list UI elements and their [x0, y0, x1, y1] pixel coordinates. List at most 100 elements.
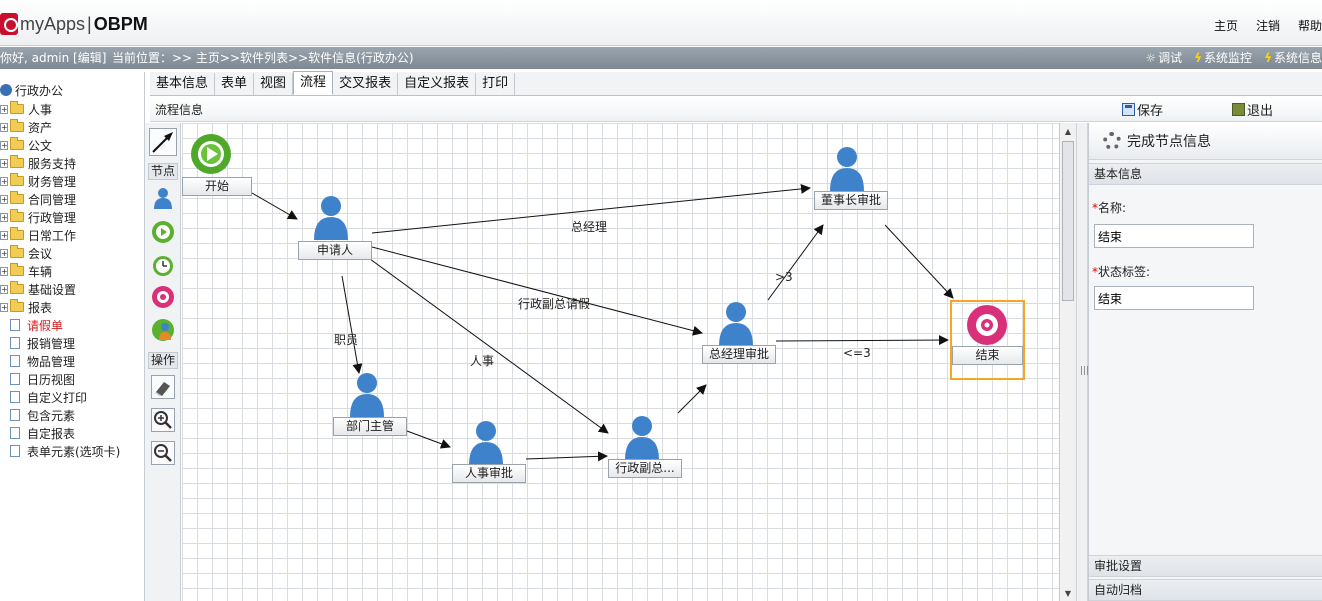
tree-doc-item[interactable]: 自定义打印 [10, 388, 87, 406]
name-label: *名称: [1092, 201, 1127, 215]
scroll-down-arrow[interactable]: ▼ [1060, 587, 1076, 601]
expand-icon[interactable]: + [0, 122, 8, 132]
person-node-icon[interactable] [151, 186, 175, 210]
tree-folder-label: 会议 [28, 246, 53, 261]
tree-doc-item[interactable]: 表单元素(选项卡) [10, 442, 120, 460]
tree-root[interactable]: 行政办公 [0, 81, 63, 99]
edge-dept-hr[interactable] [406, 430, 451, 449]
folder-icon [10, 101, 24, 114]
tree-folder-item[interactable]: + 服务支持 [0, 154, 76, 172]
eraser-button[interactable] [151, 375, 175, 399]
tree-folder-item[interactable]: + 人事 [0, 100, 52, 118]
monitor-button[interactable]: ϟ 系统监控 [1194, 47, 1252, 69]
section-basic-info[interactable]: 基本信息 [1089, 163, 1322, 185]
nav-home-link[interactable]: 主页 [1214, 17, 1238, 34]
end-node-icon[interactable] [151, 285, 175, 309]
tree-folder-item[interactable]: + 会议 [0, 244, 52, 262]
panel-splitter[interactable]: ||| [1076, 123, 1089, 601]
tree-folder-item[interactable]: + 日常工作 [0, 226, 76, 244]
tab-cross-report[interactable]: 交叉报表 [333, 73, 399, 95]
edge-admin-gm[interactable] [677, 384, 707, 414]
timer-node-icon[interactable] [151, 253, 175, 277]
edge-start-applicant[interactable] [251, 192, 298, 220]
zoom-out-button[interactable] [151, 441, 175, 465]
tree-folder-label: 日常工作 [28, 228, 77, 243]
flow-canvas[interactable]: 总经理 行政副总请假 职员 人事 >3 <=3 开始 申请人 董事长审批 总经理… [182, 123, 1059, 601]
tree-doc-label: 表单元素(选项卡) [27, 444, 121, 459]
debug-icon: ☼ [1145, 51, 1157, 65]
tree-folder-item[interactable]: + 车辆 [0, 262, 52, 280]
name-field[interactable] [1094, 224, 1254, 248]
tree-doc-label: 日历视图 [27, 372, 76, 387]
expand-icon[interactable]: + [0, 212, 8, 222]
expand-icon[interactable]: + [0, 104, 8, 114]
tree-doc-item[interactable]: 日历视图 [10, 370, 75, 388]
expand-icon[interactable]: + [0, 302, 8, 312]
person-icon [830, 147, 864, 191]
tree-folder-item[interactable]: + 财务管理 [0, 172, 76, 190]
user-greeting[interactable]: 你好, admin [编辑] [0, 47, 106, 69]
tree-folder-item[interactable]: + 合同管理 [0, 190, 76, 208]
tree-doc-item[interactable]: 自定报表 [10, 424, 75, 442]
tree-folder-label: 服务支持 [28, 156, 77, 171]
tree-folder-item[interactable]: + 报表 [0, 298, 52, 316]
tree-folder-label: 财务管理 [28, 174, 77, 189]
edge-hr-admin[interactable] [525, 451, 608, 462]
canvas-scrollbar[interactable]: ▲ ▼ [1059, 123, 1076, 601]
nav-help-link[interactable]: 帮助 [1298, 17, 1322, 34]
nav-logout-link[interactable]: 注销 [1256, 17, 1280, 34]
connector-tool-button[interactable] [149, 128, 177, 156]
tab-custom-report[interactable]: 自定义报表 [398, 73, 477, 95]
logo: myApps | OBPM [0, 11, 148, 37]
tree-folder-item[interactable]: + 基础设置 [0, 280, 76, 298]
node-label: 总经理审批 [702, 345, 776, 364]
scroll-up-arrow[interactable]: ▲ [1060, 125, 1076, 139]
expand-icon[interactable]: + [0, 140, 8, 150]
scroll-thumb[interactable] [1062, 141, 1074, 301]
tab-view[interactable]: 视图 [254, 73, 294, 95]
expand-icon[interactable]: + [0, 284, 8, 294]
zoom-in-button[interactable] [151, 408, 175, 432]
subflow-node-icon[interactable] [151, 318, 175, 342]
edge-applicant-admin[interactable] [369, 258, 609, 434]
edge-applicant-dept[interactable] [341, 275, 363, 374]
tab-basic-info[interactable]: 基本信息 [150, 73, 216, 95]
section-approval-settings[interactable]: 审批设置 [1089, 555, 1322, 577]
expand-icon[interactable]: + [0, 176, 8, 186]
panel-title: 完成节点信息 [1127, 134, 1211, 150]
tree-doc-label: 自定报表 [27, 426, 76, 441]
tree-folder-label: 行政管理 [28, 210, 77, 225]
folder-icon [10, 137, 24, 150]
edge-gm-chairman[interactable] [767, 224, 824, 301]
tab-form[interactable]: 表单 [215, 73, 255, 95]
tab-flow[interactable]: 流程 [293, 71, 334, 95]
breadcrumb: 当前位置：>> 主页>>软件列表>>软件信息(行政办公) [112, 51, 414, 65]
tree-doc-item[interactable]: 包含元素 [10, 406, 75, 424]
expand-icon[interactable]: + [0, 266, 8, 276]
tree-folder-item[interactable]: + 公文 [0, 136, 52, 154]
tree-doc-item[interactable]: 请假单 [10, 316, 63, 334]
edge-gm-end[interactable] [775, 335, 949, 346]
start-node-icon[interactable] [151, 220, 175, 244]
exit-button[interactable]: 退出 [1232, 100, 1273, 119]
folder-icon [10, 191, 24, 204]
node-label: 部门主管 [333, 417, 407, 436]
expand-icon[interactable]: + [0, 230, 8, 240]
folder-icon [10, 119, 24, 132]
tree-folder-item[interactable]: + 行政管理 [0, 208, 76, 226]
expand-icon[interactable]: + [0, 158, 8, 168]
edge-applicant-gm[interactable] [371, 246, 703, 336]
tree-folder-item[interactable]: + 资产 [0, 118, 52, 136]
section-auto-archive[interactable]: 自动归档 [1089, 579, 1322, 601]
status-field[interactable] [1094, 286, 1254, 310]
edge-chairman-end[interactable] [884, 224, 954, 299]
save-button[interactable]: 保存 [1122, 100, 1163, 119]
sysinfo-button[interactable]: ϟ 系统信息 [1264, 47, 1322, 69]
tree-doc-item[interactable]: 物品管理 [10, 352, 75, 370]
tab-print[interactable]: 打印 [476, 73, 516, 95]
expand-icon[interactable]: + [0, 194, 8, 204]
expand-icon[interactable]: + [0, 248, 8, 258]
tree-doc-item[interactable]: 报销管理 [10, 334, 75, 352]
tree-root-label: 行政办公 [15, 83, 64, 98]
debug-button[interactable]: ☼ 调试 [1145, 47, 1182, 69]
